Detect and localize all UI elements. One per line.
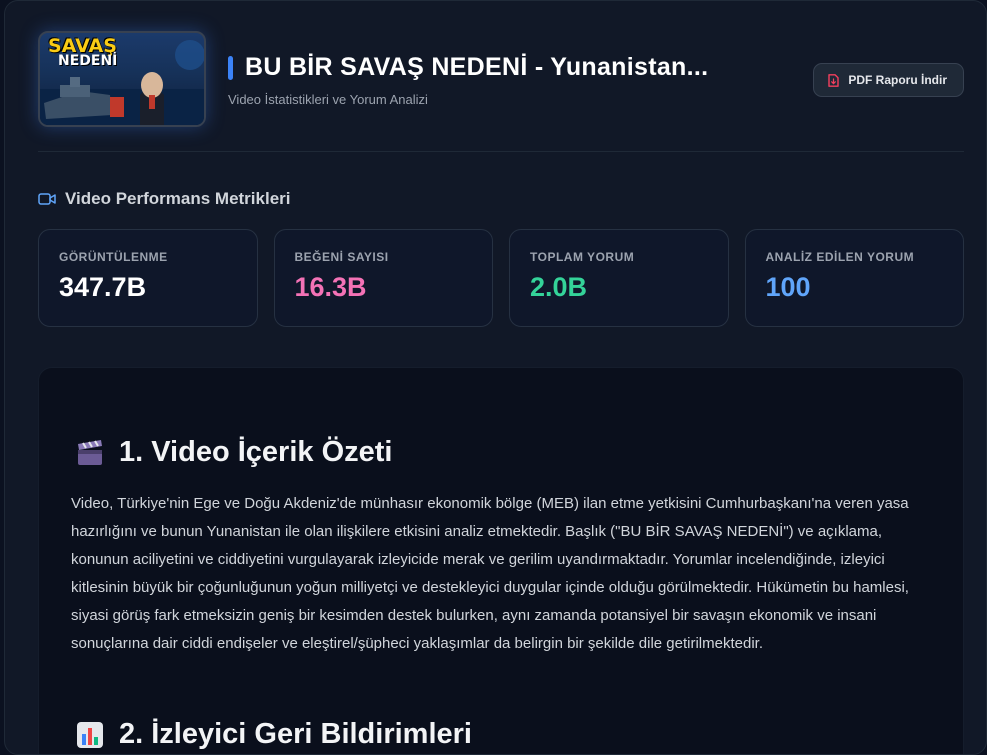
section-heading-feedback: 2. İzleyici Geri Bildirimleri [75,718,472,751]
pdf-file-icon [828,73,840,87]
metric-value: 100 [765,272,811,302]
title-accent-bar [228,55,233,80]
metric-value: 2.0B [530,272,588,302]
metrics-row: GÖRÜNTÜLENME 347.7B BEĞENİ SAYISI 16.3B … [38,229,964,327]
metric-label: GÖRÜNTÜLENME [59,250,168,264]
video-subtitle: Video İstatistikleri ve Yorum Analizi [228,92,428,107]
analysis-card: 1. Video İçerik Özeti Video, Türkiye'nin… [38,367,964,754]
bar-chart-icon [77,721,103,748]
metric-value: 16.3B [294,272,367,302]
metric-label: TOPLAM YORUM [530,250,635,264]
section-title: 1. Video İçerik Özeti [119,436,393,468]
section-heading-summary: 1. Video İçerik Özeti [75,436,392,469]
metric-value: 347.7B [59,272,147,302]
video-thumbnail[interactable]: SAVAŞ NEDENİ [38,31,206,127]
header-divider [38,151,964,152]
clapper-board-icon [78,439,102,465]
metric-card-comments: TOPLAM YORUM 2.0B [509,229,729,327]
metrics-section-header: Video Performans Metrikleri [38,189,291,209]
summary-paragraph: Video, Türkiye'nin Ege ve Doğu Akdeniz'd… [71,495,909,652]
metrics-section-title: Video Performans Metrikleri [65,189,291,208]
video-camera-icon [38,193,56,205]
report-panel: SAVAŞ NEDENİ BU BİR SAVAŞ NEDENİ - Yunan… [4,0,987,755]
section-title: 2. İzleyici Geri Bildirimleri [119,718,472,750]
thumbnail-text-nedeni: NEDENİ [58,53,118,69]
metric-card-likes: BEĞENİ SAYISI 16.3B [273,229,493,327]
metric-label: BEĞENİ SAYISI [294,250,389,264]
metric-label: ANALİZ EDİLEN YORUM [765,250,915,264]
title-block: BU BİR SAVAŞ NEDENİ - Yunanistan... Vide… [228,53,708,107]
pdf-download-button[interactable]: PDF Raporu İndir [813,63,964,97]
metric-card-views: GÖRÜNTÜLENME 347.7B [38,229,258,327]
pdf-download-label: PDF Raporu İndir [848,73,947,87]
video-header: SAVAŞ NEDENİ BU BİR SAVAŞ NEDENİ - Yunan… [38,31,964,131]
metric-card-analyzed: ANALİZ EDİLEN YORUM 100 [744,229,964,327]
video-title: BU BİR SAVAŞ NEDENİ - Yunanistan... [245,53,709,81]
